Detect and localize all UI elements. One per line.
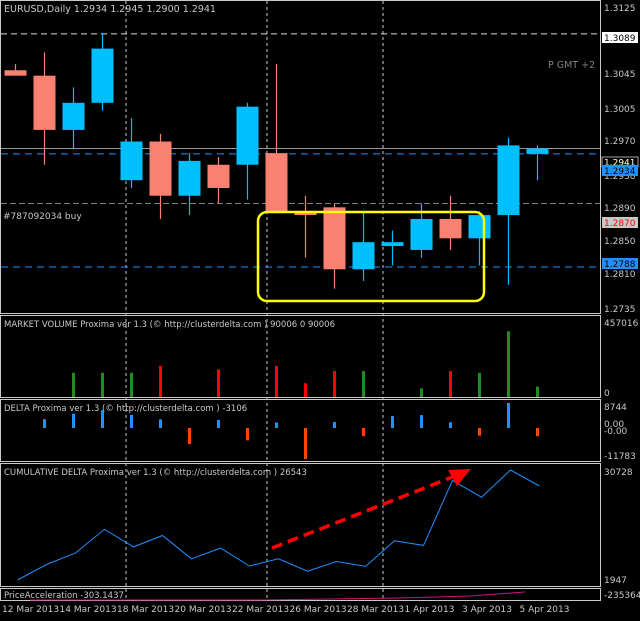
candle-body bbox=[526, 148, 549, 154]
delta-bar bbox=[72, 413, 75, 428]
candle-body bbox=[352, 242, 375, 270]
time-tick: 18 Mar 2013 bbox=[117, 605, 174, 615]
time-tick: 5 Apr 2013 bbox=[520, 605, 570, 615]
price-tick: 1.3045 bbox=[604, 70, 636, 80]
delta-bar bbox=[188, 428, 191, 445]
delta-bar bbox=[275, 422, 278, 428]
price-tick: 1.2735 bbox=[604, 305, 636, 315]
time-tick: 14 Mar 2013 bbox=[60, 605, 117, 615]
delta-bar bbox=[449, 422, 452, 428]
price-tick: 1.3125 bbox=[604, 4, 636, 14]
delta-tick: 8744 bbox=[604, 403, 627, 413]
delta-bar bbox=[536, 428, 539, 437]
order-label: #787092034 buy bbox=[3, 212, 82, 222]
delta-bar bbox=[391, 415, 394, 428]
delta-bar bbox=[159, 419, 162, 428]
volume-bar bbox=[449, 371, 452, 397]
delta-bar bbox=[217, 419, 220, 428]
price-tag-top: 1.3089 bbox=[604, 34, 636, 44]
candle-body bbox=[120, 141, 143, 181]
candle-body bbox=[410, 218, 433, 250]
volume-bar bbox=[217, 369, 220, 397]
volume-tick: 0 bbox=[604, 389, 610, 399]
delta-bar bbox=[246, 428, 249, 441]
delta-panel-label: DELTA Proxima ver 1.3 (© http://clusterd… bbox=[4, 404, 247, 414]
price-tag-order: 1.2870 bbox=[604, 219, 636, 229]
time-tick: 20 Mar 2013 bbox=[175, 605, 232, 615]
time-tick: 22 Mar 2013 bbox=[232, 605, 289, 615]
chart-header: EURUSD,Daily 1.2934 1.2945 1.2900 1.2941 bbox=[4, 4, 216, 15]
time-tick: 3 Apr 2013 bbox=[462, 605, 512, 615]
candle-body bbox=[439, 218, 462, 239]
cumulative-panel-label: CUMULATIVE DELTA Proxima ver 1.3 (© http… bbox=[4, 468, 307, 478]
candle-body bbox=[323, 207, 346, 270]
delta-bar bbox=[478, 428, 481, 436]
price-tick: 1.2890 bbox=[604, 204, 636, 214]
gmt-label: P GMT +2 bbox=[548, 60, 595, 71]
delta-bar bbox=[304, 428, 307, 459]
volume-bar bbox=[101, 372, 104, 397]
candle-body bbox=[236, 106, 259, 165]
price-tag-current-2: 1.2934 bbox=[604, 167, 636, 177]
price-tag-low: 1.2788 bbox=[604, 260, 636, 270]
delta-tick: -0.00 bbox=[604, 427, 628, 437]
volume-bar bbox=[333, 371, 336, 397]
volume-bar bbox=[304, 383, 307, 397]
delta-bar bbox=[43, 419, 46, 428]
cumulative-tick: 1947 bbox=[604, 576, 627, 586]
acceleration-tick: -235364 bbox=[604, 591, 640, 601]
volume-bar bbox=[420, 388, 423, 397]
volume-bar bbox=[536, 386, 539, 397]
trading-chart-window: EURUSD,Daily 1.2934 1.2945 1.2900 1.2941… bbox=[0, 0, 640, 617]
cumulative-tick: 30728 bbox=[604, 468, 633, 478]
acceleration-panel-label: PriceAcceleration -303.1437 bbox=[4, 591, 124, 601]
candle-body bbox=[497, 145, 520, 216]
time-axis: 12 Mar 2013 14 Mar 2013 18 Mar 2013 20 Mar … bbox=[2, 605, 569, 615]
candle-body bbox=[91, 48, 114, 103]
volume-bar bbox=[130, 372, 133, 397]
candle-body bbox=[381, 242, 404, 247]
volume-bar bbox=[275, 365, 278, 397]
delta-bar bbox=[420, 415, 423, 428]
chart-canvas[interactable]: EURUSD,Daily 1.2934 1.2945 1.2900 1.2941… bbox=[0, 0, 640, 617]
candle-body bbox=[265, 153, 288, 212]
delta-tick: -11783 bbox=[604, 452, 636, 462]
volume-bar bbox=[507, 331, 510, 397]
price-tick: 1.2970 bbox=[604, 137, 636, 147]
price-tick: 1.2850 bbox=[604, 237, 636, 247]
delta-bar bbox=[333, 421, 336, 428]
candle-body bbox=[4, 70, 27, 76]
delta-bar bbox=[507, 403, 510, 428]
candle-body bbox=[149, 141, 172, 196]
volume-bar bbox=[362, 371, 365, 397]
volume-bar bbox=[478, 372, 481, 397]
volume-bar bbox=[159, 365, 162, 397]
price-tick: 1.3005 bbox=[604, 105, 636, 115]
volume-tick: 457016 bbox=[604, 319, 639, 329]
candle-body bbox=[62, 102, 85, 130]
price-tick: 1.2810 bbox=[604, 270, 636, 280]
time-tick: 28 Mar 2013 bbox=[347, 605, 404, 615]
volume-panel-label: MARKET VOLUME Proxima ver 1.3 (© http://… bbox=[4, 320, 335, 330]
candle-body bbox=[33, 75, 56, 130]
delta-bar bbox=[130, 414, 133, 428]
time-tick: 12 Mar 2013 bbox=[2, 605, 59, 615]
time-tick: 26 Mar 2013 bbox=[290, 605, 347, 615]
candle-body bbox=[468, 215, 491, 239]
time-tick: 1 Apr 2013 bbox=[405, 605, 455, 615]
volume-bar bbox=[72, 372, 75, 397]
candle-body bbox=[178, 160, 201, 196]
delta-bar bbox=[362, 428, 365, 437]
candle-body bbox=[207, 164, 230, 188]
